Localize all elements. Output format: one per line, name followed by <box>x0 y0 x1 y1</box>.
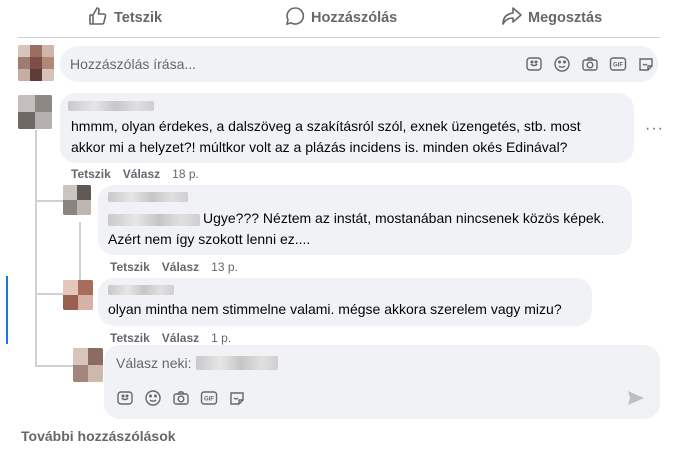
sticker-icon[interactable] <box>116 389 134 412</box>
share-label: Megosztás <box>528 10 603 26</box>
composer-tools: GIF <box>525 55 655 78</box>
comment-text-line: Ugye??? Néztem az instát, mostanában nin… <box>203 210 605 226</box>
thread-connector <box>35 365 75 367</box>
divider <box>18 37 660 38</box>
comment-icon <box>285 6 305 30</box>
comment-reply-link[interactable]: Válasz <box>162 331 199 345</box>
comment-timestamp[interactable]: 18 p. <box>172 167 199 181</box>
like-label: Tetszik <box>114 10 163 26</box>
like-button[interactable]: Tetszik <box>88 6 162 30</box>
comment-like-link[interactable]: Tetszik <box>110 331 150 345</box>
comment-timestamp[interactable]: 13 p. <box>211 260 238 274</box>
comment-button[interactable]: Hozzászólás <box>285 6 397 30</box>
more-options-icon[interactable]: ··· <box>645 120 664 138</box>
reply-composer[interactable]: Válasz neki: GIF <box>104 345 660 419</box>
comment-text-line: olyan mintha nem stimmelne valami. mégse… <box>108 301 562 317</box>
avatar-sticker-icon[interactable] <box>637 55 655 78</box>
comment-actions: Tetszik Válasz 13 p. <box>110 260 238 274</box>
post-action-bar: Tetszik Hozzászólás Megosztás <box>0 0 678 36</box>
thread-connector <box>35 200 65 202</box>
comment-actions: Tetszik Válasz 1 p. <box>110 331 231 345</box>
comment-reply-link[interactable]: Válasz <box>162 260 199 274</box>
commenter-avatar[interactable] <box>18 95 52 129</box>
svg-text:GIF: GIF <box>613 63 623 69</box>
emoji-icon[interactable] <box>144 389 162 412</box>
current-user-avatar[interactable] <box>18 45 54 81</box>
thread-connector <box>35 293 65 295</box>
more-comments-link[interactable]: További hozzászólások <box>21 428 176 444</box>
sticker-icon[interactable] <box>525 55 543 78</box>
comment-reply-link[interactable]: Válasz <box>123 167 160 181</box>
commenter-avatar[interactable] <box>63 185 91 215</box>
share-button[interactable]: Megosztás <box>502 6 602 30</box>
comment-label: Hozzászólás <box>311 10 398 26</box>
commenter-name-blurred[interactable] <box>68 101 154 111</box>
gif-icon[interactable]: GIF <box>200 389 218 412</box>
reply-label: Válasz neki: <box>116 355 192 371</box>
tagged-name-blurred[interactable] <box>108 214 200 226</box>
current-user-avatar[interactable] <box>73 348 103 382</box>
comment-text-line: akkor mi a helyzet?! múltkor volt az a p… <box>71 139 568 155</box>
reply-tools: GIF <box>116 389 246 412</box>
commenter-avatar[interactable] <box>63 280 93 310</box>
comment-actions: Tetszik Válasz 18 p. <box>71 167 199 181</box>
comment-text-line: Azért nem így szokott lenni ez.... <box>108 231 311 247</box>
comment-bubble: hmmm, olyan érdekes, a dalszöveg a szakí… <box>60 93 634 163</box>
comment-text-line: hmmm, olyan érdekes, a dalszöveg a szakí… <box>71 118 581 134</box>
camera-icon[interactable] <box>172 389 190 412</box>
gif-icon[interactable]: GIF <box>609 55 627 78</box>
focus-indicator <box>6 276 8 344</box>
comment-timestamp[interactable]: 1 p. <box>211 331 231 345</box>
like-icon <box>88 6 108 30</box>
comment-like-link[interactable]: Tetszik <box>110 260 150 274</box>
emoji-icon[interactable] <box>553 55 571 78</box>
comment-composer[interactable]: GIF <box>60 46 658 82</box>
share-icon <box>502 6 522 30</box>
avatar-sticker-icon[interactable] <box>228 389 246 412</box>
comment-like-link[interactable]: Tetszik <box>71 167 111 181</box>
camera-icon[interactable] <box>581 55 599 78</box>
comment-bubble: Ugye??? Néztem az instát, mostanában nin… <box>98 185 632 255</box>
commenter-name-blurred[interactable] <box>108 192 188 202</box>
commenter-name-blurred[interactable] <box>108 285 174 295</box>
comment-input[interactable] <box>70 54 490 74</box>
reply-target-name-blurred <box>196 356 278 370</box>
comment-bubble: olyan mintha nem stimmelne valami. mégse… <box>98 278 592 326</box>
send-icon[interactable] <box>626 388 646 408</box>
thread-line <box>35 130 37 365</box>
svg-text:GIF: GIF <box>204 397 214 403</box>
